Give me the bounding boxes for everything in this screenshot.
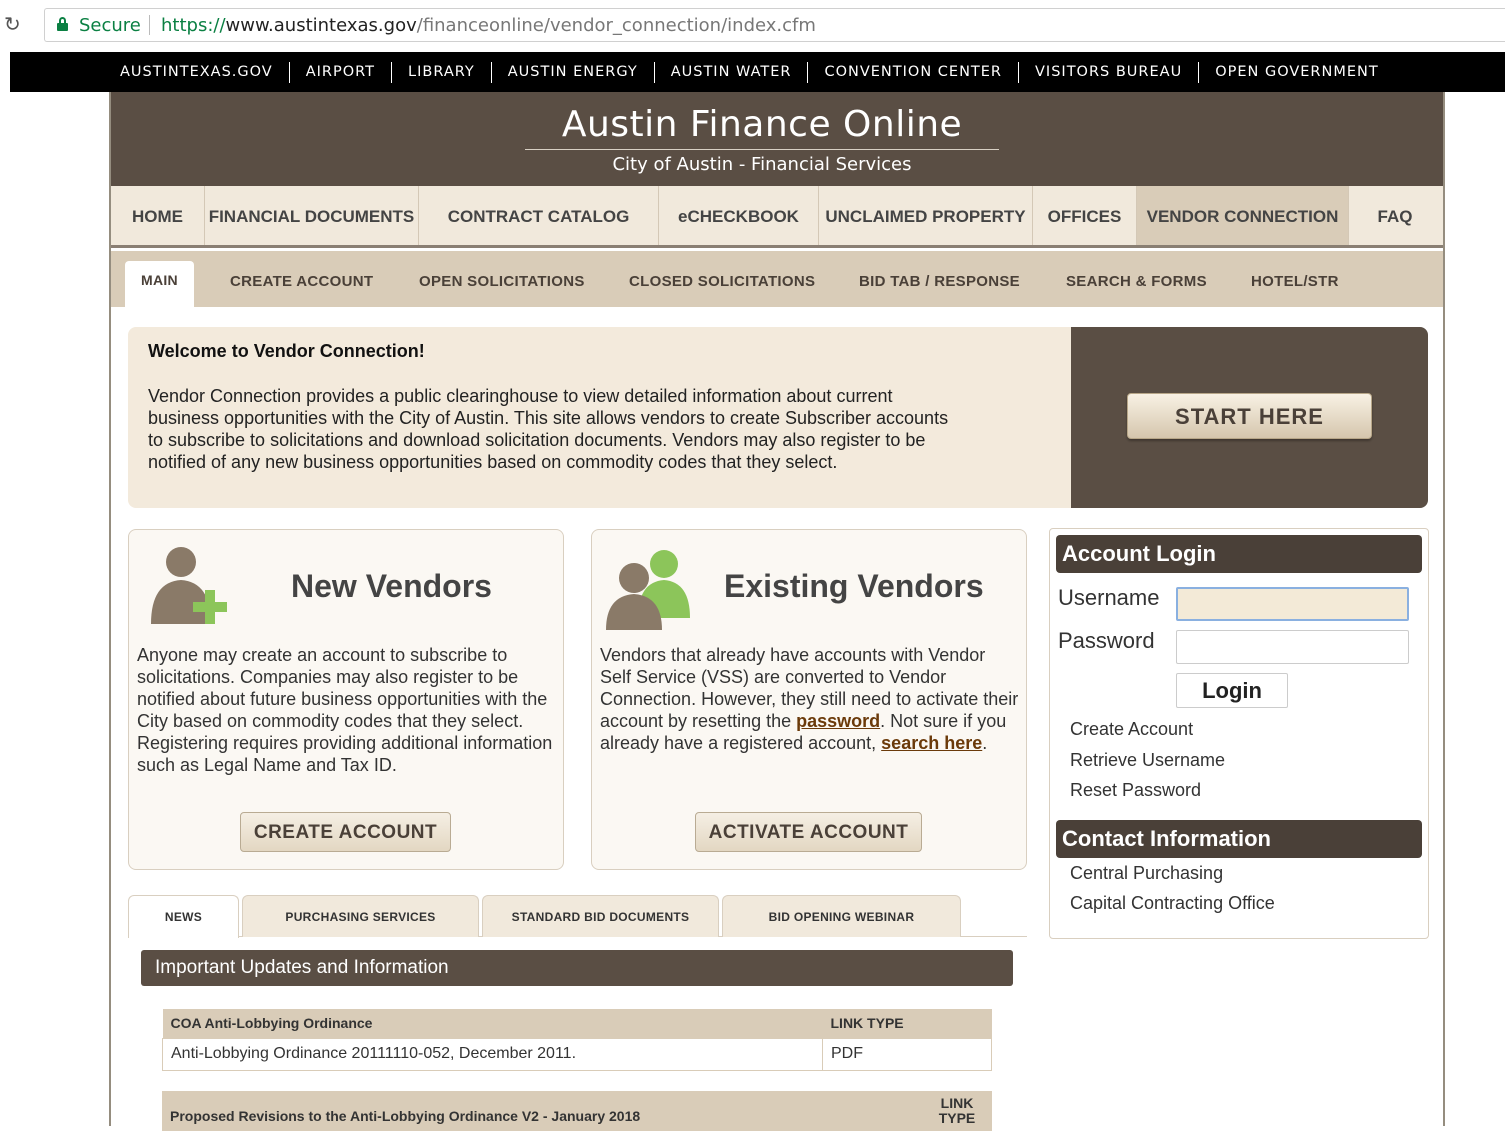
url-scheme: https:// <box>161 15 226 36</box>
subnav-search-forms[interactable]: SEARCH & FORMS <box>1066 273 1207 290</box>
topbar-link-open-government[interactable]: OPEN GOVERNMENT <box>1198 62 1395 83</box>
main-nav: HOME FINANCIAL DOCUMENTS CONTRACT CATALO… <box>111 186 1443 248</box>
existing-vendors-box: Existing Vendors Vendors that already ha… <box>591 529 1027 870</box>
url-text[interactable]: https://www.austintexas.gov/financeonlin… <box>161 15 816 36</box>
start-here-button[interactable]: START HERE <box>1127 393 1372 439</box>
site-subtitle: City of Austin - Financial Services <box>612 154 912 175</box>
link-type-header: LINK TYPE <box>822 1009 992 1038</box>
nav-vendor-connection[interactable]: VENDOR CONNECTION <box>1137 186 1349 245</box>
welcome-line: notified of any new business opportuniti… <box>148 452 838 472</box>
table-row[interactable]: Anti-Lobbying Ordinance 20111110-052, De… <box>162 1037 992 1071</box>
secure-label: Secure <box>79 15 141 36</box>
nav-faq[interactable]: FAQ <box>1349 186 1441 245</box>
anti-lobbying-table: COA Anti-Lobbying Ordinance LINK TYPE An… <box>162 1009 992 1071</box>
login-button[interactable]: Login <box>1176 673 1288 708</box>
activate-account-button[interactable]: ACTIVATE ACCOUNT <box>695 812 922 852</box>
new-vendors-box: New Vendors Anyone may create an account… <box>128 529 564 870</box>
nav-contract-catalog[interactable]: CONTRACT CATALOG <box>419 186 659 245</box>
capital-contracting-link[interactable]: Capital Contracting Office <box>1070 893 1275 914</box>
tab-bid-opening-webinar[interactable]: BID OPENING WEBINAR <box>722 895 961 937</box>
create-account-link[interactable]: Create Account <box>1070 719 1193 740</box>
tab-standard-bid-documents[interactable]: STANDARD BID DOCUMENTS <box>482 895 719 937</box>
document-link[interactable]: Anti-Lobbying Ordinance 20111110-052, De… <box>162 1037 823 1071</box>
topbar-link-airport[interactable]: AIRPORT <box>288 62 391 83</box>
welcome-text: Vendor Connection provides a public clea… <box>148 385 1048 473</box>
welcome-line: business opportunities with the City of … <box>148 408 949 428</box>
central-purchasing-link[interactable]: Central Purchasing <box>1070 863 1223 884</box>
page-frame: Austin Finance Online City of Austin - F… <box>109 92 1445 1131</box>
existing-vendors-text: Vendors that already have accounts with … <box>600 644 1020 754</box>
proposed-revisions-table: Proposed Revisions to the Anti-Lobbying … <box>162 1091 992 1131</box>
tab-news[interactable]: NEWS <box>128 895 239 938</box>
password-input[interactable] <box>1176 630 1409 664</box>
retrieve-username-link[interactable]: Retrieve Username <box>1070 750 1225 771</box>
site-title[interactable]: Austin Finance Online <box>525 104 999 150</box>
add-user-icon <box>151 547 227 624</box>
link-type-header-line: TYPE <box>938 1110 976 1126</box>
topbar-link-austin-water[interactable]: AUSTIN WATER <box>653 62 808 83</box>
nav-financial-documents[interactable]: FINANCIAL DOCUMENTS <box>205 186 419 245</box>
subnav-open-solicitations[interactable]: OPEN SOLICITATIONS <box>419 273 585 290</box>
subnav-bid-tab-response[interactable]: BID TAB / RESPONSE <box>859 273 1020 290</box>
start-panel: START HERE <box>1071 327 1428 508</box>
topbar-link-austin-energy[interactable]: AUSTIN ENERGY <box>490 62 654 83</box>
url-path: /financeonline/vendor_connection/index.c… <box>416 15 816 36</box>
topbar-link-austintexas[interactable]: AUSTINTEXAS.GOV <box>114 62 289 83</box>
welcome-line: Vendor Connection provides a public clea… <box>148 386 893 406</box>
link-type-header-line: LINK <box>940 1095 974 1111</box>
tab-purchasing-services[interactable]: PURCHASING SERVICES <box>242 895 479 937</box>
new-vendors-title: New Vendors <box>291 568 492 604</box>
browser-address-bar: ↻ Secure https://www.austintexas.gov/fin… <box>0 0 1505 52</box>
new-vendors-text: Anyone may create an account to subscrib… <box>137 645 553 775</box>
nav-offices[interactable]: OFFICES <box>1033 186 1137 245</box>
username-label: Username <box>1058 585 1160 610</box>
account-login-heading: Account Login <box>1056 535 1422 573</box>
nav-unclaimed-property[interactable]: UNCLAIMED PROPERTY <box>819 186 1033 245</box>
search-here-link[interactable]: search here <box>881 733 982 753</box>
sub-nav: MAIN CREATE ACCOUNT OPEN SOLICITATIONS C… <box>111 251 1443 307</box>
link-type-header: LINK TYPE <box>922 1091 992 1131</box>
existing-text-c: . <box>982 733 988 753</box>
contact-information-heading: Contact Information <box>1056 820 1422 858</box>
subnav-create-account[interactable]: CREATE ACCOUNT <box>230 273 373 290</box>
info-tabs: NEWS PURCHASING SERVICES STANDARD BID DO… <box>128 895 1027 938</box>
lock-icon <box>57 17 68 31</box>
table-title: Proposed Revisions to the Anti-Lobbying … <box>162 1091 922 1131</box>
url-divider <box>149 15 150 35</box>
link-type: PDF <box>822 1037 992 1071</box>
important-updates-heading: Important Updates and Information <box>141 950 1013 986</box>
nav-echeckbook[interactable]: eCHECKBOOK <box>659 186 819 245</box>
topbar-link-library[interactable]: LIBRARY <box>391 62 491 83</box>
reload-icon[interactable]: ↻ <box>4 12 21 36</box>
url-bar[interactable]: Secure https://www.austintexas.gov/finan… <box>44 8 1505 42</box>
account-login-panel: Account Login Username Password Login Cr… <box>1049 528 1429 939</box>
welcome-heading: Welcome to Vendor Connection! <box>148 341 425 361</box>
site-banner: Austin Finance Online City of Austin - F… <box>111 92 1443 186</box>
password-label: Password <box>1058 628 1155 653</box>
nav-home[interactable]: HOME <box>111 186 205 245</box>
existing-vendors-title: Existing Vendors <box>724 568 984 604</box>
password-link[interactable]: password <box>796 711 880 731</box>
topbar-link-visitors-bureau[interactable]: VISITORS BUREAU <box>1018 62 1198 83</box>
welcome-panel: Welcome to Vendor Connection! Vendor Con… <box>128 327 1071 508</box>
username-input[interactable] <box>1176 587 1409 621</box>
subnav-main[interactable]: MAIN <box>125 261 194 307</box>
welcome-line: to subscribe to solicitations and downlo… <box>148 430 926 450</box>
topbar-link-convention-center[interactable]: CONVENTION CENTER <box>807 62 1018 83</box>
create-account-button[interactable]: CREATE ACCOUNT <box>240 812 451 852</box>
url-host: www.austintexas.gov <box>225 15 417 36</box>
subnav-hotel-str[interactable]: HOTEL/STR <box>1251 273 1339 290</box>
table-title: COA Anti-Lobbying Ordinance <box>162 1009 823 1038</box>
city-top-bar: AUSTINTEXAS.GOV AIRPORT LIBRARY AUSTIN E… <box>10 52 1505 92</box>
users-icon <box>606 550 690 630</box>
reset-password-link[interactable]: Reset Password <box>1070 780 1201 801</box>
subnav-closed-solicitations[interactable]: CLOSED SOLICITATIONS <box>629 273 815 290</box>
